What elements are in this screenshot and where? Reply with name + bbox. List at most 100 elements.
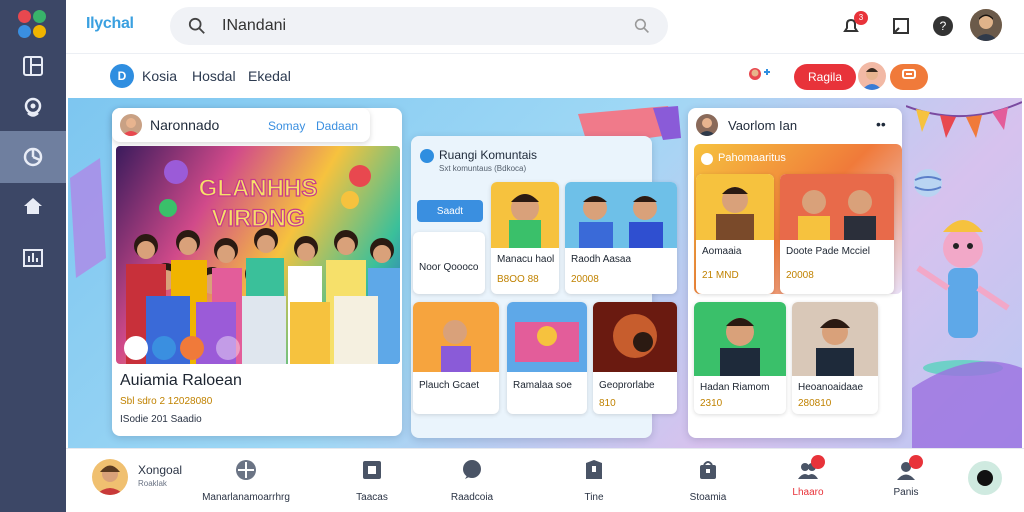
poster-avatar[interactable] bbox=[120, 114, 142, 136]
nav-item-chat[interactable]: Raadcoia bbox=[422, 457, 522, 505]
room-tile[interactable]: Ramalaa soe bbox=[507, 302, 587, 414]
search-bar[interactable] bbox=[170, 7, 668, 45]
room-tile[interactable]: Plauch Gcaet bbox=[413, 302, 499, 414]
member-avatar[interactable] bbox=[858, 62, 886, 90]
person-meta: 280810 bbox=[798, 398, 832, 409]
media-controls bbox=[124, 336, 240, 360]
crowd-photo-icon: GLANHHS VIRDNG bbox=[126, 160, 400, 364]
group-icon[interactable] bbox=[746, 64, 772, 88]
star-badge-icon bbox=[701, 153, 713, 165]
nav-label: Stoamia bbox=[689, 492, 727, 503]
room-thumbnail-icon bbox=[413, 302, 499, 372]
community-icon bbox=[420, 149, 434, 163]
nav-item-live[interactable]: Lhaaro bbox=[758, 455, 858, 505]
room-tile[interactable]: Noor Qoooco bbox=[413, 232, 485, 294]
search-rooms-button[interactable]: Saadt bbox=[417, 200, 483, 222]
notifications-button[interactable]: 3 bbox=[838, 11, 868, 39]
room-meta: 20008 bbox=[571, 274, 599, 285]
nav-label: Raadcoia bbox=[450, 492, 494, 503]
event-subtitle: ISodie 201 Saadio bbox=[120, 414, 202, 425]
search-submit-icon[interactable] bbox=[634, 18, 650, 34]
host-avatar[interactable] bbox=[696, 114, 718, 136]
featured-post-card[interactable]: Naronnado Somay Dadaan GLANHHS VIRDNG Au… bbox=[112, 108, 402, 436]
live-badge bbox=[811, 455, 825, 469]
compass-icon bbox=[236, 460, 256, 480]
event-title[interactable]: Auiamia Raloean bbox=[120, 372, 242, 390]
rail-item-community[interactable] bbox=[0, 131, 66, 183]
profile-name: Xongoal bbox=[138, 463, 183, 477]
parties-badge bbox=[909, 455, 923, 469]
bottom-nav: Xongoal Roaklak Manarlanamoarrhrg Taacas… bbox=[66, 448, 1024, 512]
user-avatar[interactable] bbox=[970, 9, 1002, 41]
poster-name: Naronnado bbox=[150, 117, 220, 133]
nav-item-parties[interactable]: Panis bbox=[856, 455, 956, 505]
nav-label: Lhaaro bbox=[792, 487, 824, 498]
square-icon bbox=[363, 461, 381, 479]
community-rooms-card: Ruangi Komuntais Sxt komuntaus (Bdkoca) … bbox=[411, 136, 677, 438]
play-icon[interactable] bbox=[124, 336, 148, 360]
search-input[interactable] bbox=[222, 15, 602, 37]
reply-icon[interactable] bbox=[216, 336, 240, 360]
sub-link-1[interactable]: Kosia bbox=[142, 68, 177, 84]
room-title: Raodh Aasaa bbox=[571, 254, 632, 265]
host-name: Vaorlom Ian bbox=[728, 118, 798, 133]
ribbon-decoration-icon bbox=[70, 158, 106, 278]
search-icon bbox=[188, 17, 205, 34]
room-thumbnail-icon bbox=[565, 182, 677, 248]
grid-icon bbox=[23, 56, 43, 76]
room-tile[interactable]: Geoprorlabe 810 bbox=[593, 302, 677, 414]
room-tile[interactable]: Manacu haol B8OO 88 bbox=[491, 182, 559, 294]
nav-label: Manarlanamoarrhrg bbox=[202, 492, 290, 503]
person-tile[interactable]: Doote Pade Mcciel 20008 bbox=[780, 174, 894, 294]
nav-item-store[interactable]: Stoamia bbox=[658, 457, 758, 505]
record-icon[interactable] bbox=[180, 336, 204, 360]
person-tile[interactable]: Hadan Riamom 2310 bbox=[694, 302, 786, 414]
event-photo[interactable]: GLANHHS VIRDNG bbox=[116, 146, 400, 364]
community-logo-icon[interactable]: D bbox=[110, 64, 134, 88]
video-icon[interactable] bbox=[152, 336, 176, 360]
help-button[interactable]: ? bbox=[930, 13, 956, 39]
bookmark-button[interactable] bbox=[888, 13, 914, 39]
more-icon[interactable]: •• bbox=[876, 116, 886, 132]
person-name: Heoanoaidaae bbox=[798, 382, 864, 393]
person-tile[interactable]: Aomaaia 21 MND bbox=[696, 174, 774, 294]
person-tile[interactable]: Heoanoaidaae 280810 bbox=[792, 302, 878, 414]
app-logo-icon[interactable] bbox=[18, 10, 48, 40]
tab-somay[interactable]: Somay bbox=[268, 119, 305, 133]
rail-item-location[interactable] bbox=[0, 82, 66, 134]
event-meta: Sbl sdro 2 12028080 bbox=[120, 396, 213, 407]
bunting-decoration-icon bbox=[906, 101, 1022, 138]
hero-area: Naronnado Somay Dadaan GLANHHS VIRDNG Au… bbox=[68, 98, 1022, 448]
room-thumbnail-icon bbox=[491, 182, 559, 248]
nav-item-tasks[interactable]: Taacas bbox=[322, 457, 422, 505]
user-photo-icon bbox=[970, 9, 1002, 41]
home-icon bbox=[24, 198, 42, 214]
profile-avatar[interactable] bbox=[92, 459, 128, 495]
rail-item-home[interactable] bbox=[0, 180, 66, 232]
room-thumbnail-icon bbox=[507, 302, 587, 372]
person-photo-icon bbox=[780, 174, 894, 240]
nav-label: Taacas bbox=[356, 492, 388, 503]
room-tile[interactable]: Raodh Aasaa 20008 bbox=[565, 182, 677, 294]
room-title: Geoprorlabe bbox=[599, 380, 655, 391]
share-icon bbox=[902, 69, 916, 79]
person-meta: 20008 bbox=[786, 270, 814, 281]
room-title: Plauch Gcaet bbox=[419, 380, 480, 391]
nav-item-feed[interactable]: Manarlanamoarrhrg bbox=[196, 457, 296, 505]
nav-item-time[interactable]: Tine bbox=[544, 457, 644, 505]
join-button[interactable]: Ragila bbox=[794, 64, 856, 90]
sub-link-2[interactable]: Hosdal bbox=[192, 68, 236, 84]
tab-dadaan[interactable]: Dadaan bbox=[316, 119, 358, 133]
svg-text:VIRDNG: VIRDNG bbox=[211, 205, 304, 232]
rail-item-stats[interactable] bbox=[0, 232, 66, 284]
bookmark-icon bbox=[586, 460, 602, 479]
share-button[interactable] bbox=[890, 64, 928, 90]
bag-icon bbox=[700, 461, 716, 479]
post-header: Naronnado Somay Dadaan bbox=[112, 108, 370, 142]
svg-text:GLANHHS: GLANHHS bbox=[199, 175, 318, 202]
person-name: Doote Pade Mcciel bbox=[786, 246, 870, 257]
fab-button[interactable] bbox=[968, 461, 1002, 495]
wave-decoration-icon bbox=[912, 361, 1022, 448]
sub-link-3[interactable]: Ekedal bbox=[248, 68, 291, 84]
svg-text:?: ? bbox=[940, 19, 947, 33]
